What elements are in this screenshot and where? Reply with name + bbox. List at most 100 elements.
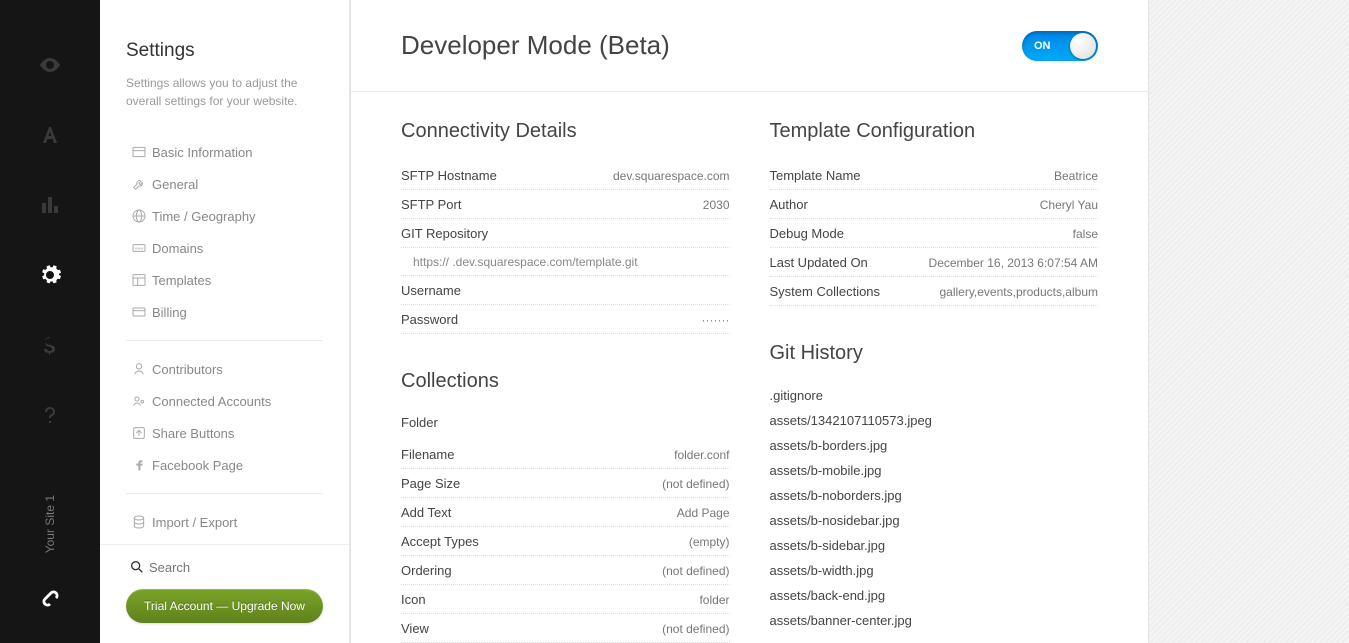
git-history-file[interactable]: assets/b-noborders.jpg: [770, 483, 1099, 508]
gear-icon: [38, 263, 62, 287]
share-icon: [126, 425, 152, 441]
rail-logo[interactable]: [0, 563, 100, 633]
globe-icon: [126, 208, 152, 224]
eye-icon: [38, 53, 62, 77]
divider: [126, 493, 323, 494]
rail-help[interactable]: [0, 380, 100, 450]
settings-sidebar: Settings Settings allows you to adjust t…: [100, 0, 350, 643]
toggle-knob: [1070, 33, 1096, 59]
git-history-file[interactable]: assets/b-nosidebar.jpg: [770, 508, 1099, 533]
row-page-size: Page Size(not defined): [401, 469, 730, 498]
row-ordering: Ordering(not defined): [401, 556, 730, 585]
sidebar-description: Settings allows you to adjust the overal…: [126, 62, 323, 130]
sidebar-group-social: Contributors Connected Accounts Share Bu…: [126, 347, 323, 487]
row-sftp-hostname: SFTP Hostname dev.squarespace.com: [401, 161, 730, 190]
developer-panel: Developer Mode (Beta) ON Connectivity De…: [350, 0, 1149, 643]
git-history-file[interactable]: .gitignore: [770, 383, 1099, 408]
sidebar-title: Settings: [126, 0, 323, 62]
git-history-file[interactable]: assets/b-mobile.jpg: [770, 458, 1099, 483]
developer-mode-toggle[interactable]: ON: [1022, 31, 1098, 61]
row-filename: Filenamefolder.conf: [401, 440, 730, 469]
card-icon: [126, 144, 152, 160]
row-add-text: Add TextAdd Page: [401, 498, 730, 527]
template-config-title: Template Configuration: [770, 120, 1099, 143]
layout-icon: [126, 272, 152, 288]
wrench-icon: [126, 176, 152, 192]
sidebar-search[interactable]: [100, 544, 349, 589]
sidebar-item-general[interactable]: General: [126, 168, 323, 200]
right-background: [1149, 0, 1349, 643]
sidebar-item-label: Facebook Page: [152, 458, 243, 473]
sidebar-item-label: Connected Accounts: [152, 394, 271, 409]
collections-section: Collections Folder Filenamefolder.conf P…: [401, 370, 730, 643]
row-system-collections: System Collectionsgallery,events,product…: [770, 277, 1099, 306]
connectivity-title: Connectivity Details: [401, 120, 730, 143]
sidebar-group-advanced: Import / Export Code Injection: [126, 500, 323, 544]
sidebar-item-connected-accounts[interactable]: Connected Accounts: [126, 385, 323, 417]
git-history-file[interactable]: assets/1342107110573.jpeg: [770, 408, 1099, 433]
people-icon: [126, 393, 152, 409]
row-sftp-port: SFTP Port 2030: [401, 190, 730, 219]
developer-mode-title: Developer Mode (Beta): [401, 30, 670, 61]
developer-panel-header: Developer Mode (Beta) ON: [351, 0, 1148, 92]
git-history-list: .gitignoreassets/1342107110573.jpegasset…: [770, 383, 1099, 633]
sidebar-item-templates[interactable]: Templates: [126, 264, 323, 296]
svg-text:www: www: [135, 245, 144, 250]
sidebar-item-time-geography[interactable]: Time / Geography: [126, 200, 323, 232]
git-history-file[interactable]: assets/banner-center.jpg: [770, 608, 1099, 633]
sidebar-item-label: General: [152, 177, 198, 192]
sidebar-item-label: Contributors: [152, 362, 223, 377]
chart-bars-icon: [38, 193, 62, 217]
git-history-section: Git History .gitignoreassets/13421071105…: [770, 342, 1099, 633]
sidebar-item-contributors[interactable]: Contributors: [126, 353, 323, 385]
divider: [126, 340, 323, 341]
row-author: AuthorCheryl Yau: [770, 190, 1099, 219]
rail-commerce[interactable]: [0, 310, 100, 380]
row-password: Password ·······: [401, 305, 730, 334]
credit-card-icon: [126, 304, 152, 320]
git-history-title: Git History: [770, 342, 1099, 365]
rail-style[interactable]: [0, 100, 100, 170]
facebook-icon: [126, 457, 152, 473]
squarespace-logo-icon: [38, 586, 62, 610]
sidebar-item-import-export[interactable]: Import / Export: [126, 506, 323, 538]
sidebar-item-label: Billing: [152, 305, 187, 320]
row-debug-mode: Debug Modefalse: [770, 219, 1099, 248]
row-icon: Iconfolder: [401, 585, 730, 614]
site-label[interactable]: Your Site 1: [43, 495, 57, 553]
database-icon: [126, 514, 152, 530]
dollar-icon: [38, 333, 62, 357]
trial-upgrade-button[interactable]: Trial Account — Upgrade Now: [126, 589, 323, 623]
sidebar-item-label: Templates: [152, 273, 211, 288]
sidebar-item-label: Share Buttons: [152, 426, 234, 441]
git-history-file[interactable]: assets/back-end.jpg: [770, 583, 1099, 608]
letter-a-icon: [38, 123, 62, 147]
collections-folder-label: Folder: [401, 411, 730, 440]
git-history-file[interactable]: assets/b-sidebar.jpg: [770, 533, 1099, 558]
sidebar-item-facebook-page[interactable]: Facebook Page: [126, 449, 323, 481]
sidebar-item-label: Time / Geography: [152, 209, 256, 224]
git-history-file[interactable]: assets/b-width.jpg: [770, 558, 1099, 583]
nav-rail: Your Site 1: [0, 0, 100, 643]
sidebar-item-share-buttons[interactable]: Share Buttons: [126, 417, 323, 449]
search-input[interactable]: [149, 560, 323, 575]
connectivity-section: Connectivity Details SFTP Hostname dev.s…: [401, 120, 730, 334]
sidebar-item-domains[interactable]: www Domains: [126, 232, 323, 264]
www-icon: www: [126, 240, 152, 256]
git-history-file[interactable]: assets/b-borders.jpg: [770, 433, 1099, 458]
sidebar-item-label: Import / Export: [152, 515, 237, 530]
question-icon: [38, 403, 62, 427]
row-git-repo-value: https:// .dev.squarespace.com/template.g…: [401, 248, 730, 276]
toggle-label: ON: [1034, 40, 1051, 52]
rail-settings[interactable]: [0, 240, 100, 310]
sidebar-item-basic-information[interactable]: Basic Information: [126, 136, 323, 168]
sidebar-item-billing[interactable]: Billing: [126, 296, 323, 328]
main-content: Developer Mode (Beta) ON Connectivity De…: [350, 0, 1149, 643]
rail-analytics[interactable]: [0, 170, 100, 240]
row-last-updated: Last Updated OnDecember 16, 2013 6:07:54…: [770, 248, 1099, 277]
rail-preview[interactable]: [0, 30, 100, 100]
sidebar-item-label: Basic Information: [152, 145, 252, 160]
row-template-name: Template NameBeatrice: [770, 161, 1099, 190]
search-icon: [126, 559, 149, 575]
row-accept-types: Accept Types(empty): [401, 527, 730, 556]
